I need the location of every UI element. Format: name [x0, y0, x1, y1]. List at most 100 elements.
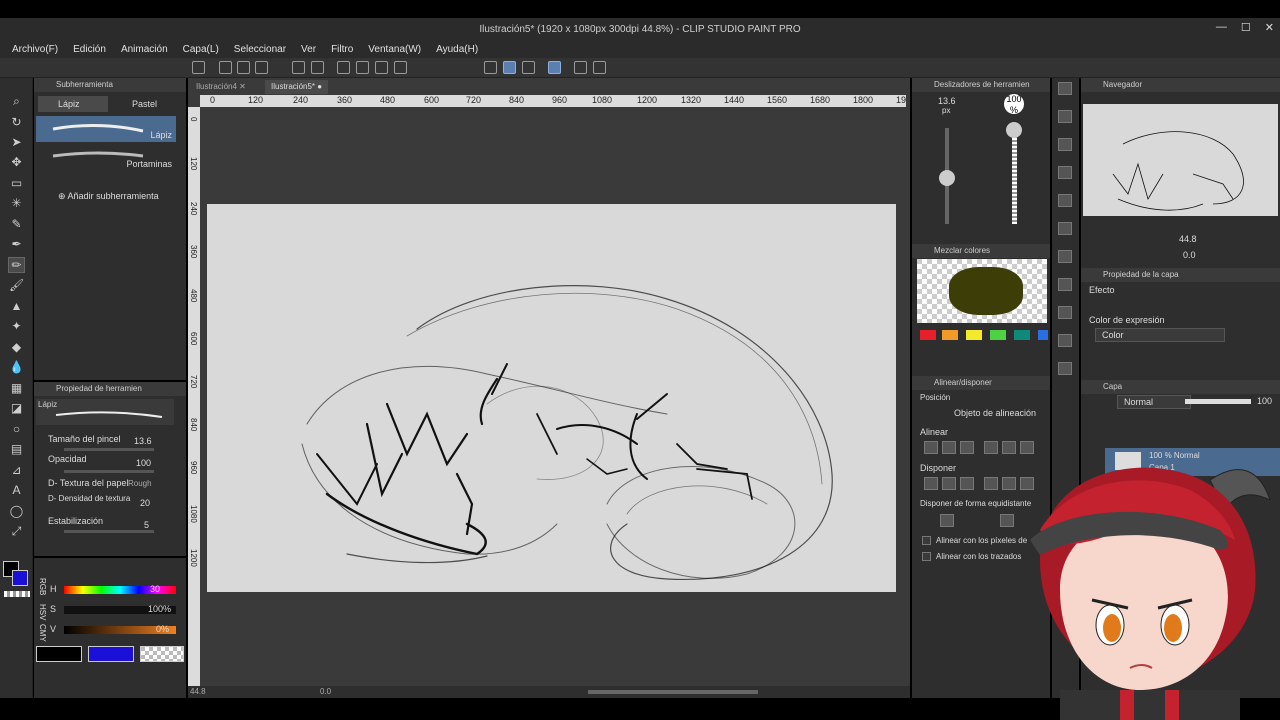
- transform-icon[interactable]: [375, 61, 388, 74]
- minimize-button[interactable]: —: [1216, 21, 1227, 34]
- align-left-button[interactable]: [924, 441, 938, 454]
- stabilization-value[interactable]: 5: [144, 520, 149, 530]
- doc-tab-ilustracion5[interactable]: Ilustración5* ●: [265, 80, 329, 94]
- new-file-icon[interactable]: [219, 61, 232, 74]
- open-file-icon[interactable]: [237, 61, 250, 74]
- panel-icon[interactable]: [1058, 138, 1072, 151]
- search-icon[interactable]: [1058, 82, 1072, 95]
- undo-icon[interactable]: [292, 61, 305, 74]
- brush-size-slider[interactable]: [64, 448, 154, 451]
- pencil-icon[interactable]: ✏: [8, 257, 25, 273]
- panel-icon[interactable]: [1058, 362, 1072, 375]
- equidistant-h-button[interactable]: [940, 514, 954, 527]
- panel-icon[interactable]: [1058, 222, 1072, 235]
- tab-lapiz[interactable]: Lápiz: [38, 96, 108, 112]
- redo-icon[interactable]: [311, 61, 324, 74]
- paper-texture-value[interactable]: Rough: [128, 479, 152, 488]
- ruler-icon[interactable]: ⊿: [9, 463, 24, 477]
- airbrush-icon[interactable]: ▲: [9, 299, 24, 313]
- blend-mode-select[interactable]: Normal: [1117, 395, 1191, 409]
- menu-animation[interactable]: Animación: [121, 44, 168, 55]
- decoration-icon[interactable]: ✦: [9, 319, 24, 333]
- menu-help[interactable]: Ayuda(H): [436, 44, 478, 55]
- doc-tab-ilustracion4[interactable]: Ilustración4 ✕: [190, 80, 252, 94]
- align-top-button[interactable]: [984, 441, 998, 454]
- balloon-icon[interactable]: ◯: [9, 504, 24, 518]
- menu-layer[interactable]: Capa(L): [183, 44, 219, 55]
- fill-icon[interactable]: [356, 61, 369, 74]
- texture-density-value[interactable]: 20: [140, 498, 150, 508]
- dispose-top-button[interactable]: [984, 477, 998, 490]
- panel-icon[interactable]: [1058, 250, 1072, 263]
- grid-icon[interactable]: [548, 61, 561, 74]
- rotation-readout[interactable]: 0.0: [320, 687, 331, 696]
- snap-ruler-icon[interactable]: [503, 61, 516, 74]
- dispose-center-button[interactable]: [942, 477, 956, 490]
- save-icon[interactable]: [255, 61, 268, 74]
- panel-icon[interactable]: [1058, 194, 1072, 207]
- size-slider-thumb[interactable]: [939, 170, 955, 186]
- add-subtool-button[interactable]: ⊕ Añadir subherramienta: [58, 191, 159, 202]
- correction-icon[interactable]: ⤢: [9, 524, 24, 538]
- align-center-button[interactable]: [942, 441, 956, 454]
- settings-icon[interactable]: [593, 61, 606, 74]
- magic-wand-icon[interactable]: ✳: [9, 196, 24, 210]
- opacity-value[interactable]: 100: [136, 458, 151, 468]
- dispose-right-button[interactable]: [960, 477, 974, 490]
- clear-icon[interactable]: [337, 61, 350, 74]
- tab-pastel[interactable]: Pastel: [112, 96, 182, 112]
- drawing-canvas[interactable]: [207, 204, 896, 592]
- gradient-icon[interactable]: ◪: [9, 401, 24, 415]
- eyedropper-icon[interactable]: ✎: [9, 217, 24, 231]
- pen-icon[interactable]: ✒: [9, 237, 24, 251]
- opacity-slider[interactable]: [64, 470, 154, 473]
- align-right-button[interactable]: [960, 441, 974, 454]
- align-pixels-checkbox[interactable]: [922, 536, 931, 545]
- menu-edit[interactable]: Edición: [73, 44, 106, 55]
- panel-icon[interactable]: [1058, 334, 1072, 347]
- sub-color-swatch[interactable]: [12, 570, 28, 586]
- crop-icon[interactable]: [394, 61, 407, 74]
- brush-portaminas[interactable]: Portaminas: [36, 144, 176, 170]
- menu-window[interactable]: Ventana(W): [368, 44, 421, 55]
- menu-view[interactable]: Ver: [301, 44, 316, 55]
- help-icon[interactable]: [574, 61, 587, 74]
- figure-icon[interactable]: ○: [9, 422, 24, 436]
- eraser-icon[interactable]: ◆: [9, 340, 24, 354]
- navigator-zoom[interactable]: 44.8: [1179, 234, 1197, 244]
- swatch-teal[interactable]: [1014, 330, 1030, 340]
- sub-color-chip[interactable]: [88, 646, 134, 662]
- brush-size-value[interactable]: 13.6: [134, 436, 152, 446]
- clip-studio-icon[interactable]: [192, 61, 205, 74]
- color-mix-area[interactable]: [917, 259, 1047, 323]
- panel-icon[interactable]: [1058, 166, 1072, 179]
- navigator-rotation[interactable]: 0.0: [1183, 250, 1196, 260]
- panel-icon[interactable]: [1058, 278, 1072, 291]
- frame-icon[interactable]: ▤: [9, 442, 24, 456]
- align-paths-checkbox[interactable]: [922, 552, 931, 561]
- blend-icon[interactable]: 💧: [9, 360, 24, 374]
- stabilization-slider[interactable]: [64, 530, 154, 533]
- material-icon[interactable]: [1058, 110, 1072, 123]
- close-button[interactable]: ✕: [1265, 21, 1274, 34]
- operation-icon[interactable]: ➤: [9, 135, 24, 149]
- swatch-green[interactable]: [990, 330, 1006, 340]
- swatch-orange[interactable]: [942, 330, 958, 340]
- swatch-yellow[interactable]: [966, 330, 982, 340]
- fill-tool-icon[interactable]: ▦: [9, 381, 24, 395]
- move-layer-icon[interactable]: ✥: [9, 155, 24, 169]
- brush-lapiz[interactable]: Lápiz: [36, 116, 176, 142]
- brush-icon[interactable]: 🖌: [9, 278, 24, 292]
- menu-file[interactable]: Archivo(F): [12, 44, 58, 55]
- swatch-blue[interactable]: [1038, 330, 1048, 340]
- horizontal-scrollbar[interactable]: [588, 690, 758, 694]
- transparent-chip[interactable]: [140, 646, 184, 662]
- rotate-icon[interactable]: ↻: [9, 115, 24, 129]
- maximize-button[interactable]: ☐: [1241, 21, 1251, 34]
- menu-select[interactable]: Seleccionar: [234, 44, 286, 55]
- layer-opacity-value[interactable]: 100: [1257, 396, 1272, 406]
- zoom-icon[interactable]: ⌕: [9, 94, 24, 108]
- panel-icon[interactable]: [1058, 306, 1072, 319]
- expression-color-select[interactable]: Color: [1095, 328, 1225, 342]
- selection-icon[interactable]: ▭: [9, 176, 24, 190]
